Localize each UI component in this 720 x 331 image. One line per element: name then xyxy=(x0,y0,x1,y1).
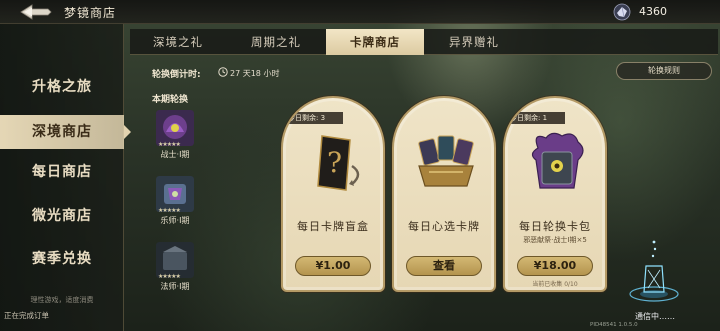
svg-text:?: ? xyxy=(327,146,342,179)
tab-otherworld-gift[interactable]: 异界赠礼 xyxy=(432,29,516,55)
communication-beacon-icon xyxy=(629,240,679,302)
period-item-warrior[interactable]: ★★★★★ 战士·I期 xyxy=(152,110,198,166)
page-title: 梦镜商店 xyxy=(64,6,117,20)
remaining-badge: 今日剩余: 3 xyxy=(283,112,343,124)
period-item-mage[interactable]: ★★★★★ 法师·I期 xyxy=(152,242,198,298)
notice-text: 理性游戏，适度消费 xyxy=(30,296,94,304)
period-item-name: 法师·I期 xyxy=(160,282,190,291)
mystery-card-icon: ? xyxy=(317,135,360,191)
sidebar-item-daily-shop[interactable]: 每日商店 xyxy=(0,155,124,189)
card-fan-chest-icon xyxy=(418,135,474,187)
gem-count: 4360 xyxy=(639,5,667,18)
order-status: 正在完成订单 xyxy=(4,311,49,320)
buy-button[interactable]: ¥18.00 xyxy=(517,256,593,276)
rarity-stars: ★★★★★ xyxy=(158,141,181,148)
gem-currency-icon xyxy=(613,3,631,21)
communication-status: 通信中…… xyxy=(635,312,675,321)
back-arrow-icon[interactable] xyxy=(18,3,52,21)
rotation-rules-button[interactable]: 轮换规则 xyxy=(616,62,712,80)
period-item-musician[interactable]: ★★★★★ 乐师·I期 xyxy=(152,176,198,232)
tab-abyss-gift[interactable]: 深境之礼 xyxy=(136,29,220,55)
card-daily-pick[interactable]: 每日心选卡牌 查看 xyxy=(392,96,496,292)
rotation-countdown: 27 天18 小时 xyxy=(230,69,280,78)
sidebar-item-abyss-shop[interactable]: 深境商店 xyxy=(0,115,131,149)
card-name: 每日轮换卡包 xyxy=(519,220,591,233)
sidebar-item-ascension[interactable]: 升格之旅 xyxy=(0,70,124,104)
tab-cycle-gift[interactable]: 周期之礼 xyxy=(230,29,322,55)
build-id: PID48541 1.0.5.0 xyxy=(590,322,638,328)
collection-progress: 当前已收集 0/10 xyxy=(532,281,578,288)
rotation-label: 轮换倒计时: xyxy=(152,70,201,80)
top-bar: 梦镜商店 4360 xyxy=(0,0,720,24)
card-contents: 邪恶献祭·战士I期×5 xyxy=(523,236,587,244)
tab-bar: 深境之礼 周期之礼 卡牌商店 异界赠礼 xyxy=(130,29,718,55)
rarity-stars: ★★★★★ xyxy=(158,207,181,214)
buy-button[interactable]: ¥1.00 xyxy=(295,256,371,276)
period-item-name: 乐师·I期 xyxy=(160,216,190,225)
card-name: 每日心选卡牌 xyxy=(408,220,480,233)
rarity-stars: ★★★★★ xyxy=(158,273,181,280)
card-name: 每日卡牌盲盒 xyxy=(297,220,369,233)
sidebar: 升格之旅 深境商店 每日商店 微光商店 赛季兑换 理性游戏，适度消费 xyxy=(0,24,131,331)
view-button[interactable]: 查看 xyxy=(406,256,482,276)
card-daily-blind-box[interactable]: 今日剩余: 3 ? 每日卡牌盲盒 ¥1.00 xyxy=(281,96,385,292)
rotation-pack-icon xyxy=(531,132,584,189)
current-period-title: 本期轮换 xyxy=(152,95,189,105)
card-daily-rotation-pack[interactable]: 今日剩余: 1 每日轮换卡包 邪恶献祭·战士I期×5 ¥18.00 当前已收集 … xyxy=(503,96,607,292)
sidebar-item-season-exchange[interactable]: 赛季兑换 xyxy=(0,242,124,276)
tab-card-shop[interactable]: 卡牌商店 xyxy=(326,29,424,55)
remaining-badge: 今日剩余: 1 xyxy=(505,112,565,124)
sidebar-item-glimmer-shop[interactable]: 微光商店 xyxy=(0,199,124,233)
clock-icon xyxy=(218,67,228,77)
period-item-name: 战士·I期 xyxy=(160,150,190,159)
